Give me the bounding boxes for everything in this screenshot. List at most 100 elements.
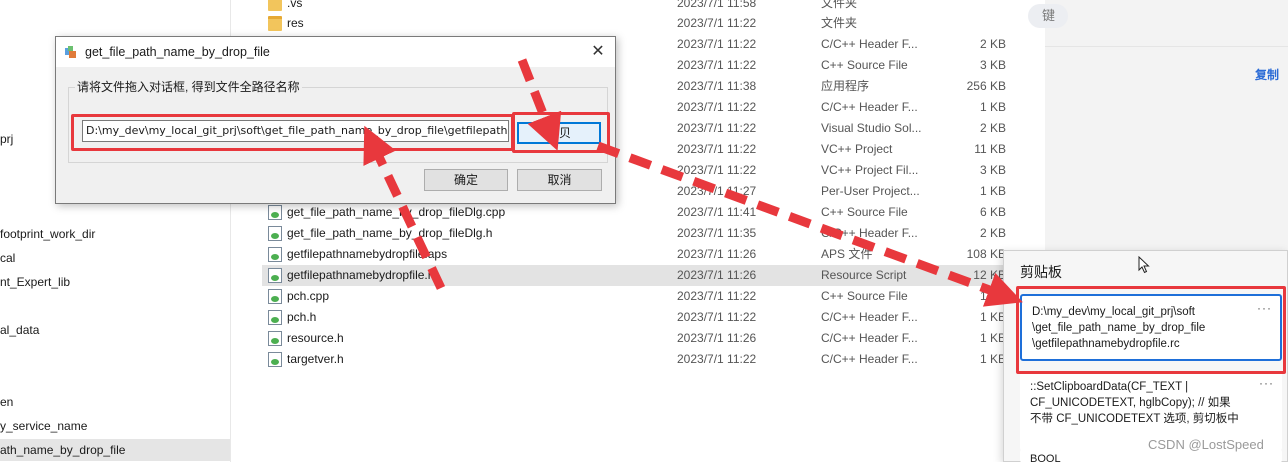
clipboard-item-text: CF_UNICODETEXT, hglbCopy); // 如果 <box>1030 397 1231 409</box>
file-row[interactable]: getfilepathnamebydropfile.aps 2023/7/1 11… <box>262 244 1012 265</box>
file-type: Visual Studio Sol... <box>821 121 922 135</box>
nav-item-label: footprint_work_dir <box>0 227 96 241</box>
file-size: 1 KB <box>979 184 1006 198</box>
file-date: 2023/7/1 11:22 <box>677 163 757 177</box>
annotation-box-clipboard <box>1016 286 1286 374</box>
file-name: get_file_path_name_by_drop_fileDlg.cpp <box>287 205 506 219</box>
file-size: 6 KB <box>979 205 1006 219</box>
header-file-icon <box>268 226 282 241</box>
file-date: 2023/7/1 11:35 <box>677 226 757 240</box>
file-row[interactable]: .vs 2023/7/1 11:58 文件夹 <box>262 0 1012 14</box>
file-type: 应用程序 <box>821 79 870 93</box>
file-date: 2023/7/1 11:22 <box>677 100 757 114</box>
cancel-button[interactable]: 取消 <box>517 169 602 191</box>
file-name: pch.h <box>287 310 317 324</box>
nav-item-label: cal <box>0 251 16 265</box>
file-row[interactable]: get_file_path_name_by_drop_fileDlg.h 2023… <box>262 223 1012 244</box>
file-size: 2 KB <box>979 121 1006 135</box>
file-size: 3 KB <box>979 163 1006 177</box>
file-date: 2023/7/1 11:22 <box>677 142 757 156</box>
file-size: 2 KB <box>979 37 1006 51</box>
file-type: C/C++ Header F... <box>821 310 918 324</box>
file-row[interactable]: targetver.h 2023/7/1 11:22 C/C++ Header F.… <box>262 349 1012 370</box>
file-date: 2023/7/1 11:26 <box>677 247 757 261</box>
nav-item-label: nt_Expert_lib <box>0 275 71 289</box>
dialog-titlebar[interactable]: get_file_path_name_by_drop_file ✕ <box>56 37 615 67</box>
file-date: 2023/7/1 11:22 <box>677 121 757 135</box>
group-label: 请将文件拖入对话框, 得到文件全路径名称 <box>75 78 302 95</box>
cpp-file-icon <box>268 289 282 304</box>
file-date: 2023/7/1 11:22 <box>677 58 757 72</box>
nav-item-label: en <box>0 395 14 409</box>
clipboard-item-text: 不带 CF_UNICODETEXT 选项, 剪切板中 <box>1030 413 1239 425</box>
file-date: 2023/7/1 11:22 <box>677 289 757 303</box>
file-type: APS 文件 <box>821 247 873 261</box>
file-type: C/C++ Header F... <box>821 331 918 345</box>
more-options-icon[interactable]: ··· <box>1259 375 1274 391</box>
file-row[interactable]: res 2023/7/1 11:22 文件夹 <box>262 13 1012 34</box>
file-row[interactable]: pch.cpp 2023/7/1 11:22 C++ Source File 1 KB <box>262 286 1012 307</box>
file-type: 文件夹 <box>821 16 858 30</box>
file-row-selected[interactable]: getfilepathnamebydropfile.rc 2023/7/1 11:… <box>262 265 1012 286</box>
file-size: 11 KB <box>974 142 1006 156</box>
file-row[interactable]: get_file_path_name_by_drop_fileDlg.cpp 20… <box>262 202 1012 223</box>
file-name: getfilepathnamebydropfile.rc <box>287 268 438 282</box>
file-date: 2023/7/1 11:22 <box>677 16 757 30</box>
file-type: C++ Source File <box>821 289 908 303</box>
header-file-icon <box>268 310 282 325</box>
resource-script-icon <box>268 268 282 283</box>
clipboard-item-text: BOOL <box>1030 453 1061 462</box>
file-name: res <box>287 16 304 30</box>
file-name: resource.h <box>287 331 344 345</box>
file-size: 256 KB <box>966 79 1006 93</box>
file-type: C++ Source File <box>821 58 908 72</box>
file-type: C/C++ Header F... <box>821 226 918 240</box>
file-size: 12 KB <box>973 268 1006 282</box>
nav-item[interactable]: footprint_work_dir <box>0 223 230 245</box>
nav-item[interactable]: en <box>0 391 230 413</box>
clipboard-item-text: ::SetClipboardData(CF_TEXT | <box>1030 381 1189 393</box>
file-type: C/C++ Header F... <box>821 352 918 366</box>
divider <box>1045 46 1288 47</box>
folder-icon <box>268 0 282 11</box>
file-date: 2023/7/1 11:22 <box>677 37 757 51</box>
file-type: VC++ Project <box>821 142 893 156</box>
nav-item[interactable]: y_service_name <box>0 415 230 437</box>
nav-item-selected[interactable]: ath_name_by_drop_file <box>0 439 230 461</box>
file-type: C/C++ Header F... <box>821 100 918 114</box>
nav-item-label: prj <box>0 132 14 146</box>
mouse-cursor-icon <box>1138 256 1150 274</box>
copy-link[interactable]: 复制 <box>1255 66 1279 83</box>
header-file-icon <box>268 331 282 346</box>
file-type: Per-User Project... <box>821 184 920 198</box>
folder-icon <box>268 16 282 31</box>
nav-item[interactable]: al_data <box>0 319 230 341</box>
key-label: 键 <box>1028 4 1068 28</box>
file-type: C++ Source File <box>821 205 908 219</box>
file-date: 2023/7/1 11:58 <box>677 0 757 10</box>
nav-item-label: ath_name_by_drop_file <box>0 443 126 457</box>
file-type: VC++ Project Fil... <box>821 163 919 177</box>
file-name: getfilepathnamebydropfile.aps <box>287 247 448 261</box>
nav-item[interactable]: nt_Expert_lib <box>0 271 230 293</box>
ok-button[interactable]: 确定 <box>424 169 508 191</box>
file-name: targetver.h <box>287 352 344 366</box>
header-file-icon <box>268 352 282 367</box>
aps-file-icon <box>268 247 282 262</box>
file-size: 3 KB <box>979 58 1006 72</box>
nav-item-label: al_data <box>0 323 40 337</box>
file-date: 2023/7/1 11:38 <box>677 79 757 93</box>
watermark: CSDN @LostSpeed <box>1148 437 1264 452</box>
close-icon[interactable]: ✕ <box>581 37 615 67</box>
file-row[interactable]: pch.h 2023/7/1 11:22 C/C++ Header F... 1 KB <box>262 307 1012 328</box>
app-icon <box>65 46 76 58</box>
file-row[interactable]: resource.h 2023/7/1 11:26 C/C++ Header F..… <box>262 328 1012 349</box>
file-type: 文件夹 <box>821 0 858 10</box>
file-date: 2023/7/1 11:41 <box>677 205 757 219</box>
file-date: 2023/7/1 11:27 <box>677 184 757 198</box>
file-name: get_file_path_name_by_drop_fileDlg.h <box>287 226 493 240</box>
clipboard-title: 剪贴板 <box>1020 264 1062 280</box>
file-type: Resource Script <box>821 268 907 282</box>
nav-item[interactable]: cal <box>0 247 230 269</box>
file-date: 2023/7/1 11:22 <box>677 310 757 324</box>
